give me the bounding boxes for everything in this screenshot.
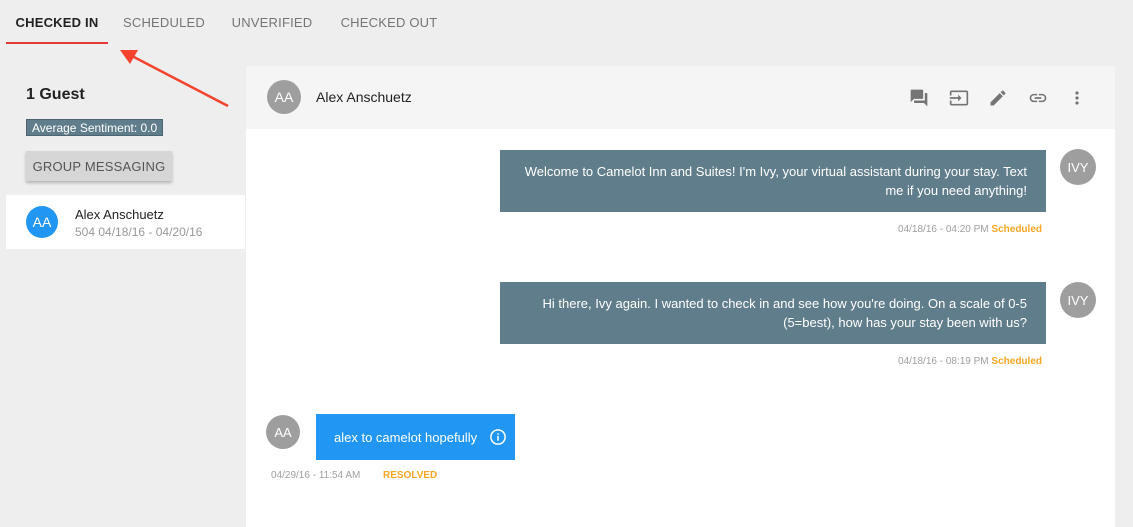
- message-bubble-incoming: alex to camelot hopefully: [316, 414, 516, 460]
- message-status: Scheduled: [991, 356, 1042, 367]
- chat-icon[interactable]: [900, 86, 940, 110]
- avatar: IVY: [1060, 282, 1096, 318]
- guest-sidebar: 1 Guest Average Sentiment: 0.0 GROUP MES…: [6, 66, 245, 527]
- conversation-header: AA Alex Anschuetz: [246, 66, 1115, 129]
- link-icon[interactable]: [1018, 86, 1058, 110]
- tab-checked-in[interactable]: CHECKED IN: [6, 0, 108, 44]
- transfer-icon[interactable]: [939, 86, 979, 110]
- message-timestamp: 04/29/16 - 11:54 AM: [271, 470, 361, 481]
- guest-count: 1 Guest: [26, 86, 85, 103]
- tab-checked-out[interactable]: CHECKED OUT: [324, 0, 454, 44]
- more-vert-icon[interactable]: [1058, 86, 1098, 110]
- sentiment-badge: Average Sentiment: 0.0: [26, 119, 164, 136]
- message-status: RESOLVED: [383, 470, 438, 481]
- status-tabs: CHECKED IN SCHEDULED UNVERIFIED CHECKED …: [0, 0, 1133, 44]
- message-status: Scheduled: [991, 224, 1042, 235]
- conversation-panel: AA Alex Anschuetz Welcome to Camelot Inn…: [246, 66, 1115, 527]
- message-bubble-outgoing: Welcome to Camelot Inn and Suites! I'm I…: [500, 150, 1046, 212]
- avatar: AA: [267, 80, 301, 114]
- guest-list-item[interactable]: AA Alex Anschuetz 504 04/18/16 - 04/20/1…: [6, 195, 245, 249]
- message-meta: 04/18/16 - 08:19 PM Scheduled: [898, 356, 1042, 367]
- guest-stay-info: 504 04/18/16 - 04/20/16: [75, 225, 203, 239]
- avatar: AA: [266, 415, 300, 449]
- contact-name: Alex Anschuetz: [316, 89, 412, 105]
- message-meta: 04/18/16 - 04:20 PM Scheduled: [898, 224, 1042, 235]
- guest-name: Alex Anschuetz: [75, 207, 164, 222]
- message-bubble-outgoing: Hi there, Ivy again. I wanted to check i…: [500, 282, 1046, 344]
- group-messaging-button[interactable]: GROUP MESSAGING: [26, 151, 172, 181]
- header-actions: [900, 86, 1098, 110]
- info-icon[interactable]: [489, 428, 507, 446]
- avatar: IVY: [1060, 149, 1096, 185]
- tab-unverified[interactable]: UNVERIFIED: [220, 0, 324, 44]
- message-text: alex to camelot hopefully: [334, 429, 478, 445]
- avatar: AA: [26, 206, 58, 238]
- tab-scheduled[interactable]: SCHEDULED: [108, 0, 220, 44]
- message-timestamp: 04/18/16 - 04:20 PM: [898, 224, 989, 235]
- edit-icon[interactable]: [979, 86, 1019, 110]
- message-timestamp: 04/18/16 - 08:19 PM: [898, 356, 989, 367]
